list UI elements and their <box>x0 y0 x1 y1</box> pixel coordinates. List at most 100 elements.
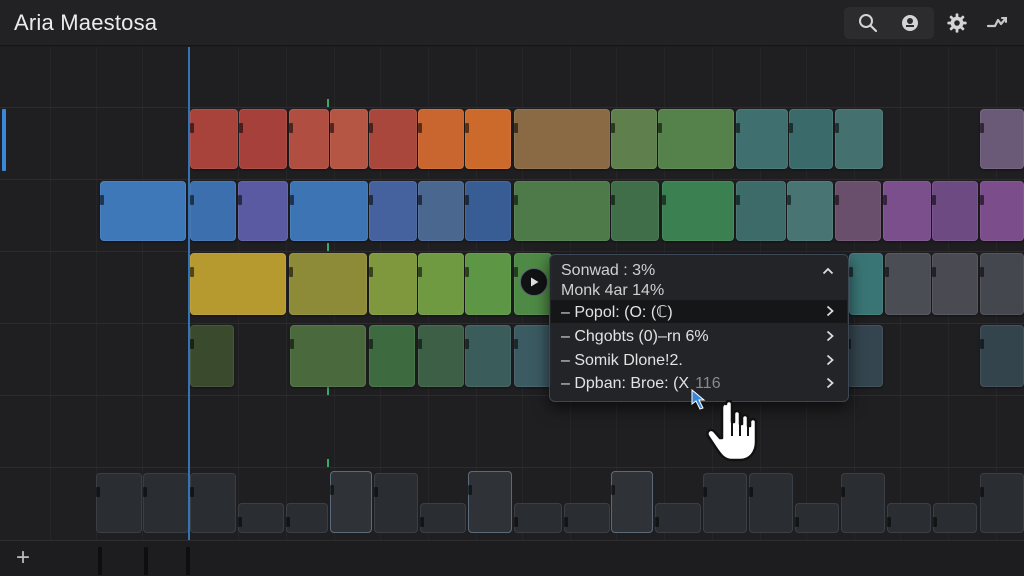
add-track-button[interactable]: + <box>10 546 36 572</box>
level-meter <box>186 547 190 575</box>
lane-divider <box>0 323 1024 324</box>
empty-clip[interactable] <box>468 471 512 533</box>
clip[interactable] <box>465 109 511 169</box>
clip[interactable] <box>980 325 1024 387</box>
clip[interactable] <box>190 109 238 169</box>
menu-item[interactable]: – Popol: (O: (ℂ) <box>551 300 847 323</box>
chevron-right-icon <box>826 330 834 342</box>
clip[interactable] <box>980 109 1024 169</box>
clip[interactable] <box>369 181 417 241</box>
clip[interactable] <box>835 109 883 169</box>
clip[interactable] <box>980 181 1024 241</box>
clip[interactable] <box>190 253 286 315</box>
clip[interactable] <box>418 109 464 169</box>
app-title: Aria Maestosa <box>14 10 158 35</box>
export-button[interactable] <box>980 7 1014 39</box>
empty-clip[interactable] <box>703 473 747 533</box>
clip[interactable] <box>418 325 464 387</box>
lane-divider <box>0 395 1024 396</box>
clip[interactable] <box>514 109 610 169</box>
chevron-right-icon <box>826 305 834 317</box>
top-bar: Aria Maestosa <box>0 0 1024 46</box>
clip[interactable] <box>289 109 329 169</box>
empty-clip[interactable] <box>190 473 236 533</box>
clip[interactable] <box>736 181 786 241</box>
menu-item-label: – Chgobts (0)–rn 6% <box>561 327 709 345</box>
clip[interactable] <box>885 253 931 315</box>
clip[interactable] <box>290 181 368 241</box>
clip[interactable] <box>789 109 833 169</box>
selected-track-indicator <box>2 109 6 171</box>
arrangement-area[interactable] <box>0 47 1024 540</box>
empty-clip[interactable] <box>887 503 931 533</box>
toolbar-group <box>844 7 934 39</box>
clip[interactable] <box>658 109 734 169</box>
empty-clip[interactable] <box>96 473 142 533</box>
empty-clip[interactable] <box>980 473 1024 533</box>
clip[interactable] <box>190 181 236 241</box>
empty-clip[interactable] <box>933 503 977 533</box>
record-button[interactable] <box>890 7 930 39</box>
clip[interactable] <box>418 253 464 315</box>
clip[interactable] <box>465 181 511 241</box>
playhead[interactable] <box>188 47 190 540</box>
menu-item[interactable]: – Chgobts (0)–rn 6% <box>551 325 847 348</box>
clip[interactable] <box>369 325 415 387</box>
clip[interactable] <box>514 181 610 241</box>
empty-clip[interactable] <box>655 503 701 533</box>
clip[interactable] <box>787 181 833 241</box>
clip[interactable] <box>465 325 511 387</box>
clip[interactable] <box>736 109 788 169</box>
clip[interactable] <box>369 109 417 169</box>
clip[interactable] <box>289 253 367 315</box>
clip[interactable] <box>662 181 734 241</box>
empty-clip[interactable] <box>611 471 653 533</box>
empty-clip[interactable] <box>795 503 839 533</box>
level-meter <box>144 547 148 575</box>
clip[interactable] <box>418 181 464 241</box>
clip[interactable] <box>369 253 417 315</box>
clip[interactable] <box>100 181 186 241</box>
clip[interactable] <box>835 181 881 241</box>
clip[interactable] <box>290 325 366 387</box>
collapse-menu-button[interactable] <box>818 262 838 280</box>
clip[interactable] <box>239 109 287 169</box>
clip-play-button[interactable] <box>520 268 548 296</box>
play-icon <box>531 277 539 287</box>
empty-clip[interactable] <box>143 473 189 533</box>
marker <box>327 243 329 251</box>
clip[interactable] <box>849 253 883 315</box>
clip[interactable] <box>514 325 552 387</box>
chevron-up-icon <box>822 267 834 275</box>
menu-info-line: Sonwad : 3% <box>561 262 656 279</box>
clip[interactable] <box>611 109 657 169</box>
clip[interactable] <box>190 325 234 387</box>
clip[interactable] <box>932 253 978 315</box>
clip[interactable] <box>611 181 659 241</box>
menu-info-line: Monk 4ar 14% <box>561 282 665 299</box>
empty-clip[interactable] <box>330 471 372 533</box>
empty-clip[interactable] <box>286 503 328 533</box>
marker <box>327 459 329 467</box>
empty-clip[interactable] <box>374 473 418 533</box>
clip[interactable] <box>465 253 511 315</box>
chevron-right-icon <box>826 377 834 389</box>
clip[interactable] <box>883 181 931 241</box>
menu-item-label: – Popol: (O: (ℂ) <box>561 303 673 321</box>
search-button[interactable] <box>848 7 888 39</box>
menu-item[interactable]: – Somik Dlone!2. <box>551 349 847 372</box>
empty-clip[interactable] <box>841 473 885 533</box>
empty-clip[interactable] <box>420 503 466 533</box>
clip[interactable] <box>847 325 883 387</box>
empty-clip[interactable] <box>749 473 793 533</box>
settings-button[interactable] <box>940 7 974 39</box>
empty-clip[interactable] <box>238 503 284 533</box>
marker <box>327 387 329 395</box>
empty-clip[interactable] <box>564 503 610 533</box>
clip[interactable] <box>330 109 368 169</box>
clip[interactable] <box>932 181 978 241</box>
clip[interactable] <box>238 181 288 241</box>
menu-item-label: – Dpban: Broe: (X <box>561 374 690 392</box>
clip[interactable] <box>980 253 1024 315</box>
empty-clip[interactable] <box>514 503 562 533</box>
